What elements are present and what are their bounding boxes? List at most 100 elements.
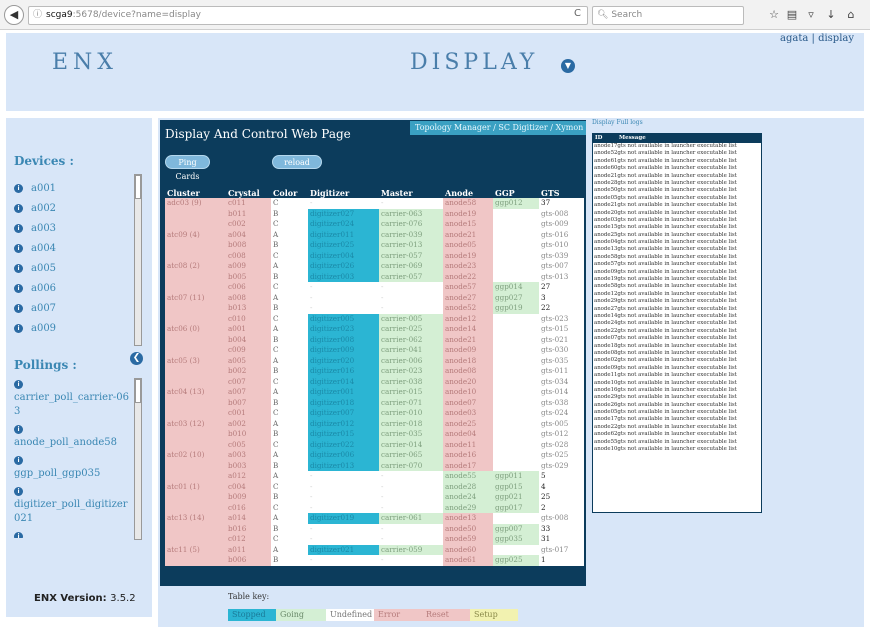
cell-anode[interactable]: anode28 (443, 481, 493, 492)
device-item[interactable]: i a001 (14, 178, 132, 198)
topology-manager-link[interactable]: Topology Manager (415, 123, 491, 132)
cell-anode[interactable]: anode19 (443, 208, 493, 219)
cell-anode[interactable]: anode17 (443, 460, 493, 471)
cell-anode[interactable]: anode21 (443, 334, 493, 345)
cell-digitizer[interactable]: digitizer004 (308, 250, 379, 261)
device-item[interactable]: i a004 (14, 238, 132, 258)
cell-gts[interactable]: gts-011 (539, 366, 584, 377)
cell-master[interactable]: carrier-015 (379, 387, 443, 398)
cell-master[interactable]: - (379, 292, 443, 303)
cell-ggp[interactable] (493, 334, 539, 345)
cell-anode[interactable]: anode21 (443, 229, 493, 240)
cell-ggp[interactable] (493, 345, 539, 356)
cell-master[interactable]: carrier-035 (379, 429, 443, 440)
cell-gts[interactable]: gts-039 (539, 250, 584, 261)
cell-master[interactable]: carrier-062 (379, 334, 443, 345)
home-icon[interactable]: ⌂ (843, 6, 859, 24)
cell-ggp[interactable] (493, 240, 539, 251)
device-item[interactable]: i a003 (14, 218, 132, 238)
cell-digitizer[interactable]: digitizer023 (308, 324, 379, 335)
cell-anode[interactable]: anode15 (443, 219, 493, 230)
cell-ggp[interactable] (493, 366, 539, 377)
cell-ggp[interactable] (493, 324, 539, 335)
download-icon[interactable]: ↓ (823, 6, 839, 24)
device-item[interactable]: i a007 (14, 298, 132, 318)
cell-gts[interactable]: gts-014 (539, 387, 584, 398)
cell-anode[interactable]: anode14 (443, 324, 493, 335)
search-input[interactable]: 🔍︎ Search (592, 6, 744, 25)
cell-ggp[interactable] (493, 250, 539, 261)
cell-digitizer[interactable]: digitizer014 (308, 376, 379, 387)
cell-ggp[interactable] (493, 544, 539, 555)
cell-master[interactable]: - (379, 481, 443, 492)
cell-digitizer[interactable]: - (308, 523, 379, 534)
cell-digitizer[interactable]: digitizer018 (308, 397, 379, 408)
cell-anode[interactable]: anode10 (443, 387, 493, 398)
xymon-link[interactable]: Xymon (556, 123, 584, 132)
cell-gts[interactable]: gts-017 (539, 544, 584, 555)
cell-gts[interactable]: gts-029 (539, 460, 584, 471)
cell-anode[interactable]: anode23 (443, 261, 493, 272)
cell-digitizer[interactable]: digitizer006 (308, 450, 379, 461)
cell-digitizer[interactable]: digitizer009 (308, 345, 379, 356)
cell-anode[interactable]: anode52 (443, 303, 493, 314)
cell-ggp[interactable] (493, 429, 539, 440)
cell-gts[interactable]: 25 (539, 492, 584, 503)
pollings-scrollbar[interactable] (134, 378, 142, 540)
cell-anode[interactable]: anode07 (443, 397, 493, 408)
polling-item[interactable]: i digitizer_poll_digitizer021 (14, 487, 132, 526)
cell-anode[interactable]: anode03 (443, 408, 493, 419)
cell-ggp[interactable] (493, 408, 539, 419)
cell-digitizer[interactable]: digitizer015 (308, 429, 379, 440)
cell-master[interactable]: carrier-023 (379, 366, 443, 377)
cell-master[interactable]: carrier-057 (379, 250, 443, 261)
cell-digitizer[interactable]: digitizer011 (308, 229, 379, 240)
cell-master[interactable]: carrier-069 (379, 261, 443, 272)
cell-ggp[interactable] (493, 397, 539, 408)
cell-gts[interactable]: gts-021 (539, 334, 584, 345)
cell-ggp[interactable]: ggp011 (493, 471, 539, 482)
cell-master[interactable]: - (379, 492, 443, 503)
cell-master[interactable]: carrier-013 (379, 240, 443, 251)
cell-master[interactable]: - (379, 282, 443, 293)
cell-anode[interactable]: anode58 (443, 198, 493, 209)
cell-anode[interactable]: anode09 (443, 345, 493, 356)
cell-gts[interactable]: gts-034 (539, 376, 584, 387)
devices-scrollbar[interactable] (134, 174, 142, 346)
cell-digitizer[interactable]: - (308, 502, 379, 513)
cell-master[interactable]: carrier-005 (379, 313, 443, 324)
cell-digitizer[interactable]: digitizer016 (308, 366, 379, 377)
device-item[interactable]: i a005 (14, 258, 132, 278)
cell-master[interactable]: carrier-070 (379, 460, 443, 471)
cell-ggp[interactable]: ggp007 (493, 523, 539, 534)
reload-icon[interactable]: C (574, 8, 581, 19)
cell-gts[interactable]: gts-023 (539, 313, 584, 324)
cell-digitizer[interactable]: digitizer013 (308, 460, 379, 471)
cell-gts[interactable]: gts-007 (539, 261, 584, 272)
cell-anode[interactable]: anode61 (443, 555, 493, 566)
cell-ggp[interactable] (493, 261, 539, 272)
cell-anode[interactable]: anode29 (443, 502, 493, 513)
log-title[interactable]: Display Full logs (592, 119, 643, 126)
cell-gts[interactable]: gts-035 (539, 355, 584, 366)
cell-ggp[interactable]: ggp014 (493, 282, 539, 293)
cell-digitizer[interactable]: digitizer003 (308, 271, 379, 282)
cell-digitizer[interactable]: digitizer021 (308, 544, 379, 555)
cell-master[interactable]: - (379, 523, 443, 534)
cell-digitizer[interactable]: digitizer001 (308, 387, 379, 398)
cell-digitizer[interactable]: - (308, 492, 379, 503)
cell-ggp[interactable]: ggp015 (493, 481, 539, 492)
polling-item[interactable]: i ggp_poll_ggp035 (14, 456, 132, 481)
cell-ggp[interactable] (493, 513, 539, 524)
cell-master[interactable]: carrier-063 (379, 208, 443, 219)
cell-ggp[interactable] (493, 313, 539, 324)
cell-gts[interactable]: gts-012 (539, 429, 584, 440)
cell-ggp[interactable] (493, 376, 539, 387)
cell-digitizer[interactable]: - (308, 481, 379, 492)
cell-anode[interactable]: anode18 (443, 355, 493, 366)
cell-master[interactable]: carrier-071 (379, 397, 443, 408)
sc-digitizer-link[interactable]: SC Digitizer (498, 123, 547, 132)
cell-gts[interactable]: 3 (539, 292, 584, 303)
cell-master[interactable]: carrier-006 (379, 355, 443, 366)
user-link[interactable]: agata (780, 33, 808, 44)
